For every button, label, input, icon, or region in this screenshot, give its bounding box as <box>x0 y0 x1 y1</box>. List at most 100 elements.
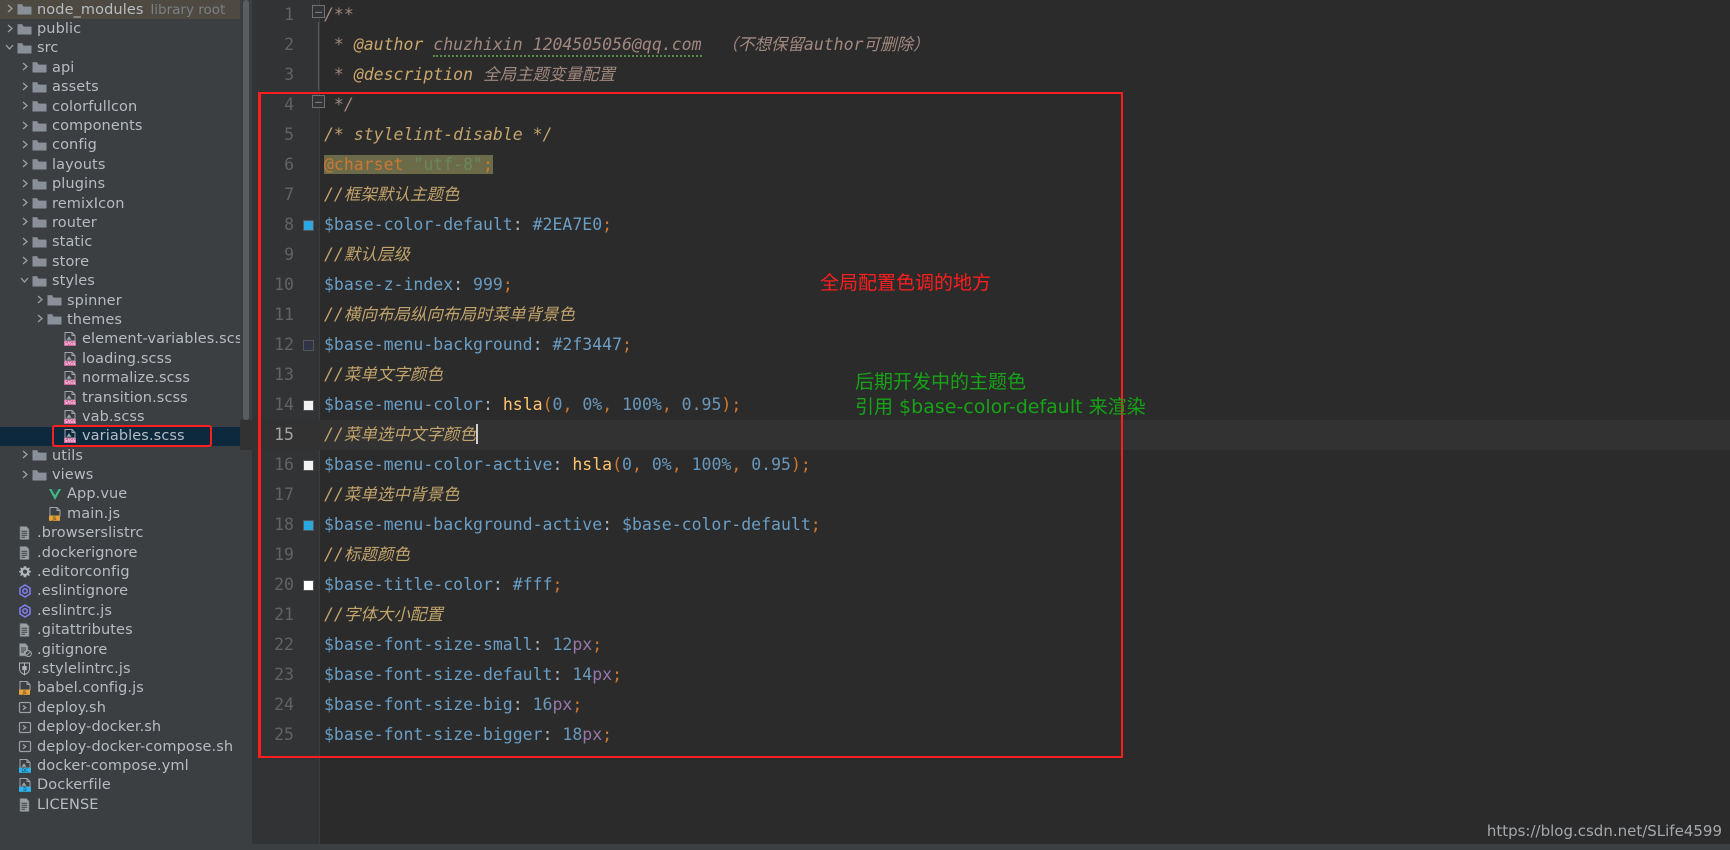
tree-item-colorfullcon[interactable]: colorfullcon <box>0 97 240 116</box>
chevron-right-icon[interactable] <box>3 4 16 13</box>
code-text: //框架默认主题色 <box>324 185 460 204</box>
tree-item-label: static <box>52 234 93 251</box>
chevron-down-icon[interactable] <box>18 276 31 284</box>
tree-item-styles[interactable]: styles <box>0 271 240 290</box>
tree-item-variables-scss[interactable]: SASS variables.scss <box>0 426 240 446</box>
code-line[interactable]: 22 $base-font-size-small: 12px; <box>240 630 1730 660</box>
tree-item-babel-config-js[interactable]: JS babel.config.js <box>0 679 240 698</box>
chevron-right-icon[interactable] <box>18 82 31 91</box>
tree-item-api[interactable]: api <box>0 58 240 77</box>
tree-item-static[interactable]: static <box>0 233 240 252</box>
tree-item-assets[interactable]: assets <box>0 78 240 97</box>
chevron-right-icon[interactable] <box>18 237 31 246</box>
code-line[interactable]: 23 $base-font-size-default: 14px; <box>240 660 1730 690</box>
code-line[interactable]: 17 //菜单选中背景色 <box>240 480 1730 510</box>
code-line[interactable]: 16 $base-menu-color-active: hsla(0, 0%, 1… <box>240 450 1730 480</box>
chevron-right-icon[interactable] <box>18 121 31 130</box>
code-line[interactable]: 12 $base-menu-background: #2f3447; <box>240 330 1730 360</box>
tree-item-vab-scss[interactable]: SASS vab.scss <box>0 407 240 426</box>
code-line[interactable]: 20 $base-title-color: #fff; <box>240 570 1730 600</box>
tree-item-public[interactable]: public <box>0 19 240 38</box>
code-line[interactable]: 24 $base-font-size-big: 16px; <box>240 690 1730 720</box>
code-line[interactable]: 19 //标题颜色 <box>240 540 1730 570</box>
chevron-right-icon[interactable] <box>18 62 31 71</box>
code-editor[interactable]: 1 /** 2 * @author chuzhixin 1204505056@qq.… <box>240 0 1730 850</box>
tree-item-deploy-docker-compose-sh[interactable]: deploy-docker-compose.sh <box>0 737 240 756</box>
code-text: //字体大小配置 <box>324 605 443 624</box>
tree-item-gitattributes[interactable]: .gitattributes <box>0 621 240 640</box>
tree-item-plugins[interactable]: plugins <box>0 175 240 194</box>
code-line[interactable]: 15 //菜单选中文字颜色 <box>240 420 1730 450</box>
tree-item-label: utils <box>52 447 83 464</box>
tree-item-transition-scss[interactable]: SASS transition.scss <box>0 388 240 407</box>
chevron-right-icon[interactable] <box>18 217 31 226</box>
chevron-right-icon[interactable] <box>33 295 46 304</box>
chevron-right-icon[interactable] <box>18 198 31 207</box>
code-line[interactable]: 4 */ <box>240 90 1730 120</box>
tree-item-normalize-scss[interactable]: SASS normalize.scss <box>0 368 240 387</box>
tree-item-license[interactable]: LICENSE <box>0 795 240 814</box>
tree-item-deploy-docker-sh[interactable]: deploy-docker.sh <box>0 717 240 736</box>
tree-item-node-modules[interactable]: node_modules library root <box>0 0 240 20</box>
chevron-right-icon[interactable] <box>3 24 16 33</box>
tree-item-components[interactable]: components <box>0 116 240 135</box>
tree-item-router[interactable]: router <box>0 213 240 232</box>
code-line[interactable]: 9 //默认层级 <box>240 240 1730 270</box>
color-swatch-gutter-icon[interactable] <box>303 400 314 411</box>
chevron-right-icon[interactable] <box>18 101 31 110</box>
chevron-right-icon[interactable] <box>18 140 31 149</box>
text-file-icon <box>16 545 33 560</box>
code-line[interactable]: 25 $base-font-size-bigger: 18px; <box>240 720 1730 750</box>
tree-item-spinner[interactable]: spinner <box>0 291 240 310</box>
code-line[interactable]: 5 /* stylelint-disable */ <box>240 120 1730 150</box>
tree-item-app-vue[interactable]: App.vue <box>0 485 240 504</box>
code-line[interactable]: 3 * @description 全局主题变量配置 <box>240 60 1730 90</box>
tree-item-eslintrc-js[interactable]: .eslintrc.js <box>0 601 240 620</box>
tree-item-layouts[interactable]: layouts <box>0 155 240 174</box>
tree-item-utils[interactable]: utils <box>0 446 240 465</box>
code-line[interactable]: 1 /** <box>240 0 1730 30</box>
color-swatch-gutter-icon[interactable] <box>303 520 314 531</box>
color-swatch-gutter-icon[interactable] <box>303 580 314 591</box>
project-tree-panel[interactable]: node_modules library root public src api asse… <box>0 0 240 850</box>
chevron-right-icon[interactable] <box>18 470 31 479</box>
color-swatch-gutter-icon[interactable] <box>303 340 314 351</box>
tree-item-config[interactable]: config <box>0 136 240 155</box>
chevron-right-icon[interactable] <box>33 314 46 323</box>
tree-item-editorconfig[interactable]: .editorconfig <box>0 562 240 581</box>
chevron-right-icon[interactable] <box>18 179 31 188</box>
fold-marker-open[interactable]: – <box>312 5 325 18</box>
chevron-right-icon[interactable] <box>18 159 31 168</box>
tree-item-store[interactable]: store <box>0 252 240 271</box>
tree-item-main-js[interactable]: JS main.js <box>0 504 240 523</box>
tree-item-loading-scss[interactable]: SASS loading.scss <box>0 349 240 368</box>
code-line[interactable]: 6 @charset "utf-8"; <box>240 150 1730 180</box>
code-line[interactable]: 2 * @author chuzhixin 1204505056@qq.com … <box>240 30 1730 60</box>
tree-item-deploy-sh[interactable]: deploy.sh <box>0 698 240 717</box>
tree-item-stylelintrc-js[interactable]: .stylelintrc.js <box>0 659 240 678</box>
chevron-down-icon[interactable] <box>3 43 16 51</box>
code-line[interactable]: 8 $base-color-default: #2EA7E0; <box>240 210 1730 240</box>
code-line[interactable]: 7 //框架默认主题色 <box>240 180 1730 210</box>
tree-item-label: vab.scss <box>82 408 145 425</box>
chevron-right-icon[interactable] <box>18 256 31 265</box>
code-line[interactable]: 18 $base-menu-background-active: $base-co… <box>240 510 1730 540</box>
tree-item-element-variables-scss[interactable]: SASS element-variables.scss <box>0 330 240 349</box>
tree-item-eslintignore[interactable]: .eslintignore <box>0 582 240 601</box>
tree-item-dockerfile[interactable]: D Dockerfile <box>0 776 240 795</box>
shell-script-icon <box>16 721 33 734</box>
tree-item-src[interactable]: src <box>0 39 240 58</box>
tree-item-browserslistrc[interactable]: .browserslistrc <box>0 524 240 543</box>
tree-item-views[interactable]: views <box>0 465 240 484</box>
tree-item-gitignore[interactable]: .gitignore <box>0 640 240 659</box>
tree-item-dockerignore[interactable]: .dockerignore <box>0 543 240 562</box>
tree-item-themes[interactable]: themes <box>0 310 240 329</box>
code-line[interactable]: 21 //字体大小配置 <box>240 600 1730 630</box>
color-swatch-gutter-icon[interactable] <box>303 460 314 471</box>
tree-item-remixicon[interactable]: remixIcon <box>0 194 240 213</box>
fold-marker-close[interactable]: – <box>312 95 325 108</box>
tree-item-docker-compose-yml[interactable]: DC docker-compose.yml <box>0 756 240 775</box>
color-swatch-gutter-icon[interactable] <box>303 220 314 231</box>
chevron-right-icon[interactable] <box>18 450 31 459</box>
code-line[interactable]: 11 //横向布局纵向布局时菜单背景色 <box>240 300 1730 330</box>
